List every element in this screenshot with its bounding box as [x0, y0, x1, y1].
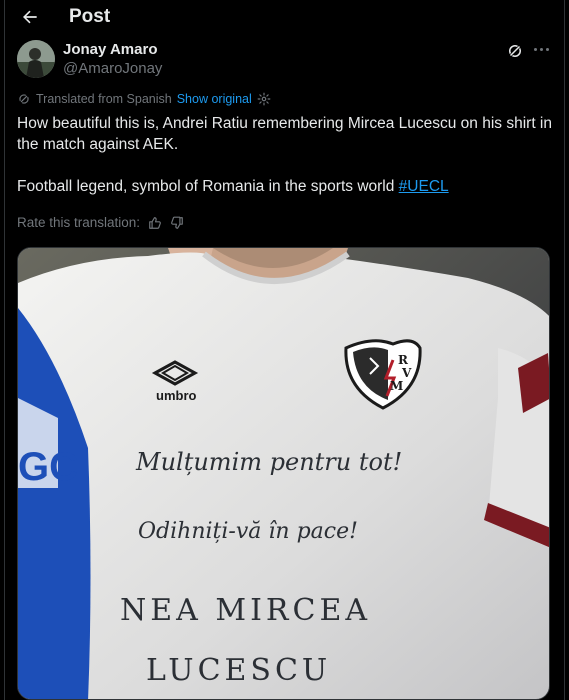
post-line-2: Football legend, symbol of Romania in th…	[17, 176, 552, 197]
hashtag-link[interactable]: #UECL	[399, 178, 449, 195]
handwriting-line-1: Mulțumim pentru tot!	[135, 448, 402, 476]
translate-icon	[19, 94, 29, 104]
crest-letter-1: R	[398, 353, 409, 367]
handwriting-line-4: LUCESCU	[146, 653, 331, 688]
brand-text: umbro	[156, 388, 197, 403]
side-letters: GC	[18, 445, 78, 489]
top-bar: Post	[5, 0, 564, 34]
gear-icon[interactable]	[257, 92, 271, 106]
rate-label: Rate this translation:	[17, 215, 141, 230]
grok-button[interactable]	[506, 42, 524, 60]
post-line-2-text: Football legend, symbol of Romania in th…	[17, 178, 399, 195]
translation-label: Translated from Spanish	[36, 92, 172, 106]
author-handle[interactable]: @AmaroJonay	[63, 60, 162, 77]
crest-letter-3: M	[390, 379, 403, 393]
grok-icon	[508, 44, 522, 58]
rate-translation: Rate this translation:	[17, 215, 184, 230]
handwriting-line-3: NEA MIRCEA	[120, 593, 371, 628]
post-text: How beautiful this is, Andrei Ratiu reme…	[17, 113, 552, 197]
post-line-1: How beautiful this is, Andrei Ratiu reme…	[17, 115, 552, 153]
post-view: Post Jonay Amaro @AmaroJonay Translated …	[4, 0, 565, 700]
more-button[interactable]	[530, 40, 552, 58]
avatar[interactable]	[17, 40, 55, 78]
author-name[interactable]: Jonay Amaro	[63, 41, 157, 58]
post-image[interactable]: GC umbro R V M Mulțumim pentru tot! Odih…	[17, 247, 550, 700]
thumbs-down-icon[interactable]	[170, 216, 184, 230]
more-horizontal-icon	[533, 47, 549, 51]
arrow-left-icon	[23, 10, 37, 24]
translation-bar: Translated from Spanish Show original	[17, 92, 271, 106]
crest-letter-2: V	[401, 366, 412, 380]
show-original-link[interactable]: Show original	[177, 92, 252, 106]
thumbs-up-icon[interactable]	[148, 216, 162, 230]
handwriting-line-2: Odihniți-vă în pace!	[138, 519, 358, 544]
back-button[interactable]	[19, 6, 41, 28]
page-title: Post	[69, 6, 111, 27]
